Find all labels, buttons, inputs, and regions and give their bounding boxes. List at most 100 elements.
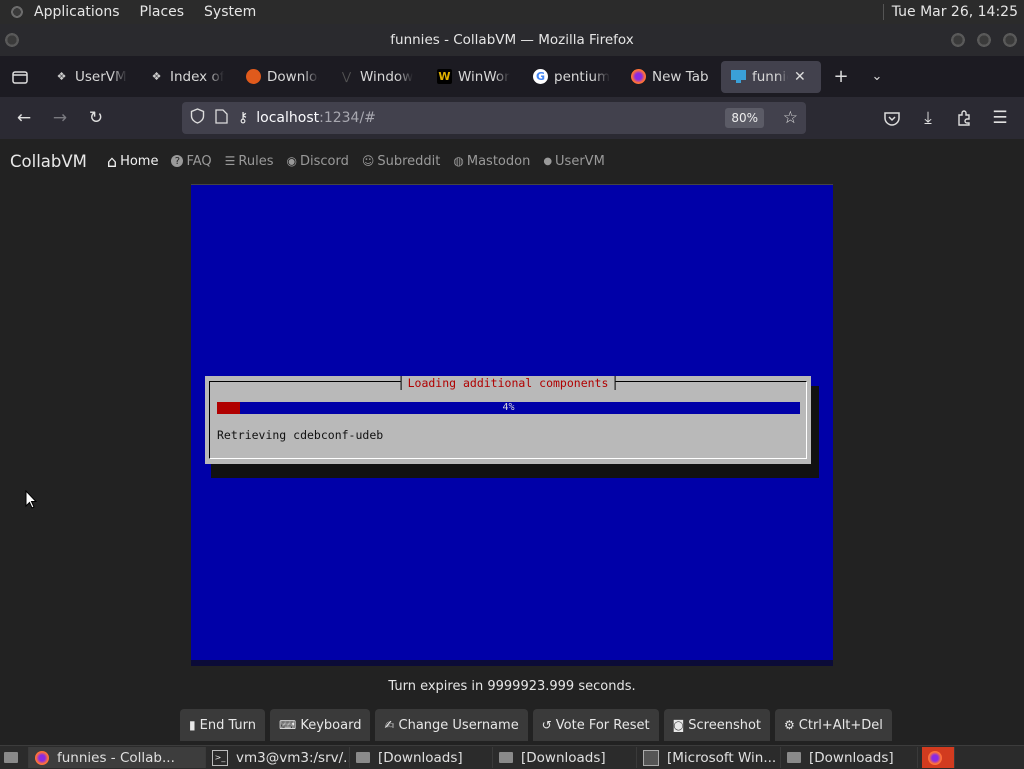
- tab-download[interactable]: Downloa: [236, 61, 329, 93]
- shield-icon[interactable]: [190, 108, 205, 128]
- dialog-title: Loading additional components: [400, 376, 616, 390]
- back-icon[interactable]: ←: [6, 100, 42, 136]
- task-terminal[interactable]: >_ vm3@vm3:/srv/...: [206, 747, 350, 768]
- forward-icon[interactable]: →: [42, 100, 78, 136]
- bookmark-star-icon[interactable]: ☆: [783, 108, 798, 128]
- mastodon-icon: ◍: [453, 154, 464, 168]
- nav-faq[interactable]: ? FAQ: [171, 154, 212, 169]
- reddit-icon: ☺: [361, 154, 375, 168]
- site-brand[interactable]: CollabVM: [10, 152, 87, 171]
- tab-index-of[interactable]: ❖ Index of: [139, 61, 236, 93]
- ctrl-alt-del-button[interactable]: ⚙ Ctrl+Alt+Del: [775, 709, 892, 741]
- firefox-launcher-icon[interactable]: [922, 747, 955, 768]
- folder-icon: [356, 751, 370, 765]
- window-icon: [643, 749, 659, 766]
- screenshot-button[interactable]: ◙ Screenshot: [663, 709, 771, 741]
- zoom-level-badge[interactable]: 80%: [725, 108, 764, 128]
- key-icon[interactable]: ⚷: [238, 110, 248, 126]
- firefox-view-icon[interactable]: [4, 61, 36, 93]
- change-username-button[interactable]: ✍ Change Username: [375, 709, 528, 741]
- window-title: funnies - CollabVM — Mozilla Firefox: [390, 32, 634, 48]
- top-panel: Applications Places System Tue Mar 26, 1…: [0, 0, 1024, 24]
- keyboard-button[interactable]: ⌨ Keyboard: [270, 709, 371, 741]
- terminal-icon: >_: [212, 749, 228, 766]
- end-turn-button[interactable]: ▮ End Turn: [180, 709, 266, 741]
- task-downloads-1[interactable]: [Downloads]: [350, 747, 493, 768]
- mouse-cursor-icon: [25, 490, 37, 509]
- bottom-taskbar: funnies - Collab... >_ vm3@vm3:/srv/... …: [0, 745, 1024, 769]
- home-icon: ⌂: [106, 151, 118, 171]
- firefox-icon: [631, 69, 646, 84]
- nav-rules[interactable]: ☰ Rules: [225, 154, 274, 169]
- tab-new-tab[interactable]: New Tab: [621, 61, 721, 93]
- question-icon: ?: [171, 155, 184, 167]
- nav-uservm[interactable]: ● UserVM: [543, 154, 604, 169]
- google-icon: G: [533, 69, 548, 84]
- tab-strip: ❖ UserVM ❖ Index of Downloa ⋁ Window W W…: [0, 56, 1024, 97]
- vm-bottom-strip: [191, 660, 833, 666]
- navigation-toolbar: ← → ↻ ⚷ localhost:1234/# 80% ☆ ⤓ ☰: [0, 97, 1024, 139]
- close-tab-icon[interactable]: ✕: [794, 69, 806, 85]
- maximize-icon[interactable]: [976, 32, 992, 48]
- close-window-icon[interactable]: [1002, 32, 1018, 48]
- tab-pentium[interactable]: G pentium: [523, 61, 621, 93]
- installer-dialog: Loading additional components 4% Retriev…: [205, 376, 811, 464]
- downloads-icon[interactable]: ⤓: [910, 100, 946, 136]
- minimize-icon[interactable]: [950, 32, 966, 48]
- undo-icon: ↺: [541, 718, 552, 732]
- reload-icon[interactable]: ↻: [78, 100, 114, 136]
- extensions-icon[interactable]: [946, 100, 982, 136]
- task-microsoft-win[interactable]: [Microsoft Win...: [637, 747, 781, 768]
- nav-subreddit[interactable]: ☺ Subreddit: [362, 154, 441, 169]
- tab-uservm[interactable]: ❖ UserVM: [44, 61, 139, 93]
- progress-bar: 4%: [217, 402, 800, 414]
- new-tab-icon[interactable]: +: [825, 61, 857, 93]
- pocket-icon[interactable]: [874, 100, 910, 136]
- rules-icon: ☰: [224, 154, 236, 168]
- gear-icon: ⚙: [784, 718, 795, 732]
- task-firefox[interactable]: funnies - Collab...: [29, 747, 206, 768]
- folder-icon: [787, 751, 801, 765]
- places-menu[interactable]: Places: [140, 4, 185, 20]
- window-titlebar: funnies - CollabVM — Mozilla Firefox: [0, 24, 1024, 56]
- signature-icon: ✍: [384, 718, 395, 732]
- nav-discord[interactable]: ◉ Discord: [286, 154, 348, 169]
- nav-home[interactable]: ⌂ Home: [107, 152, 159, 171]
- download-site-icon: [246, 69, 261, 84]
- distro-logo-icon[interactable]: [8, 3, 26, 21]
- windows-site-icon: ⋁: [341, 70, 352, 83]
- status-message: Retrieving cdebconf-udeb: [217, 428, 384, 442]
- tab-funnies[interactable]: funnie ✕: [721, 60, 821, 93]
- vm-display[interactable]: Loading additional components 4% Retriev…: [191, 184, 833, 666]
- firefox-icon: [35, 750, 49, 765]
- panel-clock[interactable]: Tue Mar 26, 14:25: [882, 4, 1018, 20]
- tab-winworld[interactable]: W WinWor: [427, 61, 523, 93]
- list-all-tabs-icon[interactable]: ⌄: [861, 61, 893, 93]
- winworld-icon: W: [437, 69, 452, 84]
- tab-windows[interactable]: ⋁ Window: [329, 61, 427, 93]
- vote-reset-button[interactable]: ↺ Vote For Reset: [532, 709, 659, 741]
- hamburger-menu-icon[interactable]: ☰: [982, 100, 1018, 136]
- index-icon: ❖: [151, 70, 162, 83]
- site-navbar: CollabVM ⌂ Home ? FAQ ☰ Rules ◉ Discord …: [0, 139, 1024, 183]
- uservm-icon: ❖: [56, 70, 67, 83]
- user-icon: ●: [543, 155, 553, 167]
- nav-mastodon[interactable]: ◍ Mastodon: [453, 154, 530, 169]
- folder-icon: [499, 751, 513, 765]
- discord-icon: ◉: [286, 154, 297, 168]
- camera-icon: ◙: [672, 718, 685, 732]
- task-downloads-3[interactable]: [Downloads]: [781, 747, 918, 768]
- vm-button-bar: ▮ End Turn ⌨ Keyboard ✍ Change Username …: [180, 709, 897, 741]
- progress-label: 4%: [502, 402, 515, 413]
- system-menu[interactable]: System: [204, 4, 256, 20]
- show-desktop-icon[interactable]: [0, 747, 29, 768]
- applications-menu[interactable]: Applications: [34, 4, 120, 20]
- task-downloads-2[interactable]: [Downloads]: [493, 747, 637, 768]
- page-info-icon[interactable]: [215, 108, 228, 128]
- keyboard-icon: ⌨: [279, 718, 297, 732]
- url-bar[interactable]: ⚷ localhost:1234/# 80% ☆: [182, 102, 806, 134]
- page-content: CollabVM ⌂ Home ? FAQ ☰ Rules ◉ Discord …: [0, 139, 1024, 745]
- window-menu-icon[interactable]: [4, 32, 20, 48]
- dialog-frame: [209, 381, 807, 459]
- url-text[interactable]: localhost:1234/#: [256, 110, 376, 126]
